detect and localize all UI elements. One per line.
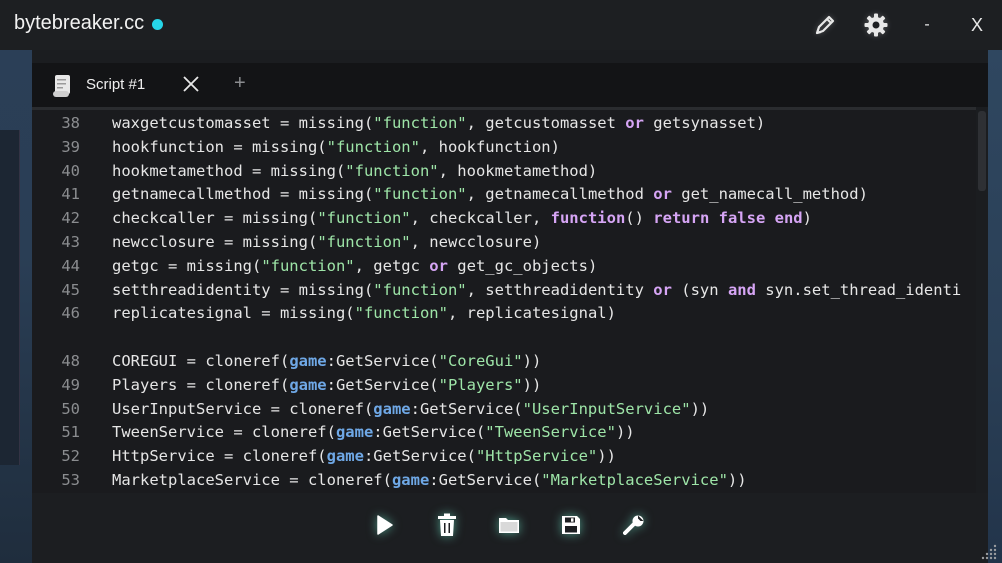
line-number: 52	[61, 447, 80, 466]
line-code: Players = cloneref(game:GetService("Play…	[112, 375, 542, 394]
save-icon	[562, 516, 580, 534]
line-number: 53	[61, 471, 80, 489]
code-line[interactable]: 39 hookfunction = missing("function", hoo…	[32, 135, 976, 159]
line-number: 49	[61, 375, 80, 394]
line-number: 42	[61, 209, 80, 228]
code-editor[interactable]: 38 waxgetcustomasset = missing("function"…	[32, 107, 976, 493]
line-code: COREGUI = cloneref(game:GetService("Core…	[112, 352, 542, 370]
pen-icon	[815, 15, 835, 35]
code-line[interactable]: 50 UserInputService = cloneref(game:GetSe…	[32, 397, 976, 421]
editor-top-edge	[32, 107, 976, 110]
code-line[interactable]: 53 MarketplaceService = cloneref(game:Get…	[32, 468, 976, 492]
line-code: getnamecallmethod = missing("function", …	[112, 185, 868, 204]
code-line[interactable]: 52 HttpService = cloneref(game:GetService…	[32, 444, 976, 468]
executor-window: Script #1 + 38 waxgetcustomasset = missin…	[32, 50, 988, 563]
play-icon	[377, 515, 393, 535]
background-panel	[0, 130, 20, 465]
save-file-button[interactable]	[557, 511, 585, 539]
background-desktop-left	[0, 50, 32, 563]
line-code: waxgetcustomasset = missing("function", …	[112, 114, 766, 132]
line-number: 48	[61, 352, 80, 370]
line-code: hookmetamethod = missing("function", hoo…	[112, 161, 598, 180]
status-indicator	[152, 19, 163, 30]
execute-button[interactable]	[370, 511, 398, 539]
code-line[interactable]: 43 newcclosure = missing("function", newc…	[32, 230, 976, 254]
tab-bar: Script #1 +	[32, 63, 988, 107]
close-tab-icon[interactable]	[180, 73, 202, 95]
line-number: 38	[61, 114, 80, 132]
line-code: HttpService = cloneref(game:GetService("…	[112, 447, 616, 466]
edit-pen-button[interactable]	[810, 10, 840, 40]
code-line[interactable]: 46 replicatesignal = missing("function", …	[32, 301, 976, 325]
code-line[interactable]: 40 hookmetamethod = missing("function", h…	[32, 159, 976, 183]
scrollbar-thumb[interactable]	[978, 111, 986, 191]
line-number: 41	[61, 185, 80, 204]
title-bar[interactable]: bytebreaker.cc - X	[0, 0, 1002, 50]
open-file-button[interactable]	[495, 511, 523, 539]
line-code: newcclosure = missing("function", newccl…	[112, 233, 542, 251]
line-number: 44	[61, 256, 80, 275]
line-number: 39	[61, 137, 80, 156]
line-code: setthreadidentity = missing("function", …	[112, 280, 962, 299]
line-code: MarketplaceService = cloneref(game:GetSe…	[112, 471, 747, 489]
app-title: bytebreaker.cc	[14, 12, 145, 34]
line-code: getgc = missing("function", getgc or get…	[112, 256, 598, 275]
line-code: TweenService = cloneref(game:GetService(…	[112, 423, 635, 442]
resize-grip-icon[interactable]	[978, 542, 998, 560]
tools-button[interactable]	[620, 511, 648, 539]
line-number: 45	[61, 280, 80, 299]
line-number: 46	[61, 304, 80, 323]
scroll-icon	[53, 75, 70, 97]
tab-script-1[interactable]: Script #1	[32, 63, 218, 107]
line-code: UserInputService = cloneref(game:GetServ…	[112, 399, 710, 418]
folder-icon	[499, 518, 519, 533]
code-line[interactable]: 44 getgc = missing("function", getgc or g…	[32, 254, 976, 278]
bottom-toolbar	[32, 493, 988, 563]
line-code: hookfunction = missing("function", hookf…	[112, 137, 560, 156]
trash-icon	[438, 513, 456, 536]
line-number: 50	[61, 399, 80, 418]
clear-button[interactable]	[433, 511, 461, 539]
code-line[interactable]: 41 getnamecallmethod = missing("function"…	[32, 182, 976, 206]
code-line[interactable]: 42 checkcaller = missing("function", chec…	[32, 206, 976, 230]
background-desktop-right	[988, 50, 1002, 563]
line-code: checkcaller = missing("function", checkc…	[112, 209, 812, 228]
line-number: 40	[61, 161, 80, 180]
line-code: replicatesignal = missing("function", re…	[112, 304, 616, 323]
gear-icon	[864, 13, 888, 37]
code-line[interactable]: 38 waxgetcustomasset = missing("function"…	[32, 111, 976, 135]
line-number: 43	[61, 233, 80, 251]
line-number: 51	[61, 423, 80, 442]
editor-scrollbar[interactable]	[976, 107, 988, 493]
code-line[interactable]: 45 setthreadidentity = missing("function"…	[32, 278, 976, 302]
wrench-icon	[623, 515, 644, 535]
settings-button[interactable]	[861, 10, 891, 40]
code-line[interactable]: 49 Players = cloneref(game:GetService("Pl…	[32, 373, 976, 397]
new-tab-button[interactable]: +	[234, 72, 246, 95]
code-line[interactable]: 51 TweenService = cloneref(game:GetServic…	[32, 420, 976, 444]
close-window-button[interactable]: X	[962, 10, 992, 40]
code-line[interactable]: 48 COREGUI = cloneref(game:GetService("Co…	[32, 349, 976, 373]
tab-label: Script #1	[86, 76, 146, 93]
minimize-button[interactable]: -	[912, 10, 942, 40]
code-line[interactable]	[32, 325, 976, 349]
